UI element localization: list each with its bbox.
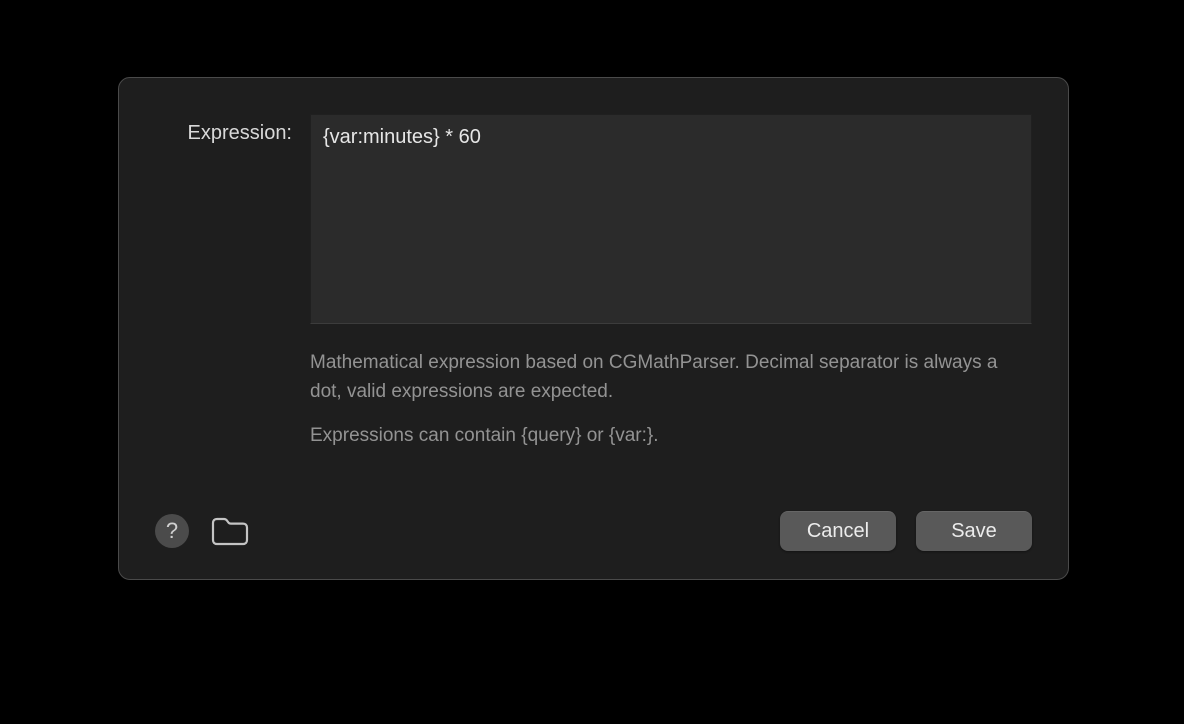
dialog-bottom-row: ? Cancel Save [155,511,1032,551]
help-line-1: Mathematical expression based on CGMathP… [310,349,1032,406]
folder-icon [210,515,250,547]
expression-field-row: Expression: Mathematical expression base… [155,114,1032,451]
question-mark-icon: ? [166,518,178,544]
help-button[interactable]: ? [155,514,189,548]
save-button[interactable]: Save [916,511,1032,551]
help-line-2: Expressions can contain {query} or {var:… [310,422,1032,451]
expression-input-column: Mathematical expression based on CGMathP… [310,114,1032,451]
cancel-button[interactable]: Cancel [780,511,896,551]
expression-help-text: Mathematical expression based on CGMathP… [310,349,1032,451]
bottom-left-icons: ? [155,514,251,548]
expression-dialog: Expression: Mathematical expression base… [118,77,1069,580]
dialog-button-group: Cancel Save [780,511,1032,551]
expression-input[interactable] [310,114,1032,324]
expression-label: Expression: [155,114,310,145]
folder-button[interactable] [209,514,251,548]
